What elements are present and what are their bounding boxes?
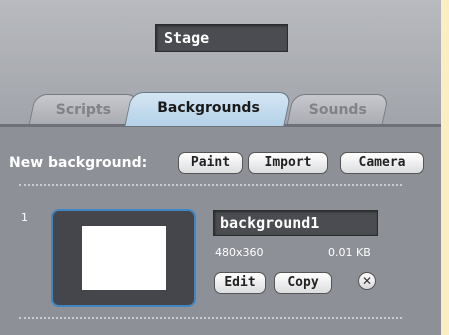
background-dimensions: 480x360 bbox=[215, 246, 264, 259]
camera-button[interactable]: Camera bbox=[340, 152, 424, 174]
thumbnail-image bbox=[82, 226, 166, 290]
paint-button[interactable]: Paint bbox=[178, 152, 243, 174]
tab-sounds[interactable]: Sounds bbox=[286, 94, 390, 124]
tab-backgrounds-label: Backgrounds bbox=[156, 100, 260, 116]
tab-scripts[interactable]: Scripts bbox=[28, 94, 140, 124]
background-thumbnail[interactable] bbox=[51, 209, 196, 307]
background-name-field[interactable]: background1 bbox=[213, 210, 378, 236]
dotted-divider bbox=[19, 317, 402, 319]
tab-backgrounds[interactable]: Backgrounds bbox=[124, 92, 292, 126]
background-file-size: 0.01 KB bbox=[328, 246, 371, 259]
dotted-divider bbox=[19, 184, 402, 186]
close-icon: ✕ bbox=[361, 274, 373, 288]
tab-scripts-label: Scripts bbox=[56, 102, 112, 118]
tab-sounds-label: Sounds bbox=[308, 102, 367, 118]
background-index: 1 bbox=[21, 211, 28, 224]
sprite-name-field[interactable]: Stage bbox=[155, 24, 288, 52]
import-button[interactable]: Import bbox=[248, 152, 328, 174]
new-background-label: New background: bbox=[9, 155, 148, 171]
delete-background-button[interactable]: ✕ bbox=[358, 272, 376, 290]
copy-button[interactable]: Copy bbox=[274, 272, 332, 294]
stage-panel: Stage Scripts Sounds Backgrounds New bac… bbox=[0, 0, 441, 335]
edit-button[interactable]: Edit bbox=[214, 272, 266, 294]
